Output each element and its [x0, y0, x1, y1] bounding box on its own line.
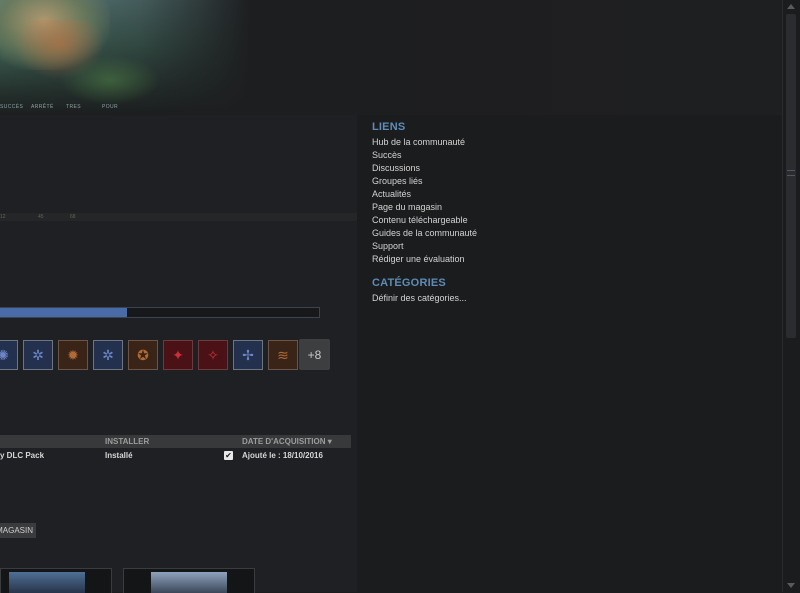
dlc-status: Installé	[105, 451, 133, 460]
achievement-icon-2[interactable]: ✲	[23, 340, 53, 370]
achievement-icon-4[interactable]: ✲	[93, 340, 123, 370]
achievement-icon-5[interactable]: ✪	[128, 340, 158, 370]
dlc-name: y DLC Pack	[0, 451, 45, 460]
more-achievements-button[interactable]: +8	[299, 339, 330, 370]
scroll-up-icon[interactable]	[787, 4, 795, 9]
screenshot-thumbnail-1[interactable]	[0, 568, 112, 593]
links-sidebar: LIENS Hub de la communauté Succès Discussi…	[372, 121, 477, 305]
dlc-row: y DLC Pack Installé Ajouté le : 18/10/20…	[0, 449, 351, 462]
achievement-icon-8[interactable]: ✢	[233, 340, 263, 370]
stat-1: 12	[0, 214, 6, 220]
achievement-icon-6[interactable]: ✦	[163, 340, 193, 370]
screenshot-image-2	[151, 572, 227, 593]
screenshot-thumbnail-2[interactable]	[123, 568, 255, 593]
hero-tab-4[interactable]: POUR	[102, 104, 118, 110]
link-item[interactable]: Guides de la communauté	[372, 227, 477, 240]
screenshot-image-1	[9, 572, 85, 593]
stat-2: 45	[38, 214, 44, 220]
achievement-icon-9[interactable]: ≋	[268, 340, 298, 370]
achievement-icon-3[interactable]: ✹	[58, 340, 88, 370]
link-item[interactable]: Support	[372, 240, 477, 253]
link-item[interactable]: Succès	[372, 149, 477, 162]
links-title: LIENS	[372, 121, 406, 133]
link-item[interactable]: Rédiger une évaluation	[372, 253, 477, 266]
categories-title: CATÉGORIES	[372, 277, 446, 289]
dlc-installed-checkbox[interactable]: ✔	[224, 451, 233, 460]
column-installer[interactable]: INSTALLER	[105, 437, 149, 446]
category-item[interactable]: Définir des catégories...	[372, 292, 477, 305]
link-item[interactable]: Hub de la communauté	[372, 136, 477, 149]
column-date-acquisition[interactable]: DATE D'ACQUISITION ▾	[242, 437, 332, 446]
categories-list: Définir des catégories...	[372, 292, 477, 305]
link-item[interactable]: Contenu téléchargeable	[372, 214, 477, 227]
hero-tab-1[interactable]: SUCCÈS	[0, 104, 23, 110]
stats-strip: 12 45 68	[0, 213, 357, 221]
store-button[interactable]: MAGASIN	[0, 523, 36, 538]
achievement-icon-1[interactable]: ✺	[0, 340, 18, 370]
dlc-date: Ajouté le : 18/10/2016	[242, 451, 323, 460]
link-item[interactable]: Discussions	[372, 162, 477, 175]
scroll-down-icon[interactable]	[787, 583, 795, 588]
game-hero-banner: SUCCÈS ARRÊTÉ TRES POUR	[0, 0, 782, 115]
stat-3: 68	[70, 214, 76, 220]
achievement-progress-bar	[0, 307, 320, 318]
dlc-table-header: INSTALLER DATE D'ACQUISITION ▾	[0, 435, 351, 448]
scrollbar-thumb[interactable]	[786, 14, 796, 338]
link-item[interactable]: Page du magasin	[372, 201, 477, 214]
hero-artwork-green	[60, 55, 160, 105]
hero-tab-2[interactable]: ARRÊTÉ	[31, 104, 54, 110]
scrollbar-grip-icon	[787, 170, 795, 176]
hero-tab-3[interactable]: TRES	[66, 104, 81, 110]
link-item[interactable]: Groupes liés	[372, 175, 477, 188]
vertical-scrollbar[interactable]	[782, 0, 800, 592]
links-list: Hub de la communauté Succès Discussions Gro…	[372, 136, 477, 266]
achievement-icon-7[interactable]: ✧	[198, 340, 228, 370]
link-item[interactable]: Actualités	[372, 188, 477, 201]
achievement-progress-fill	[0, 308, 127, 317]
